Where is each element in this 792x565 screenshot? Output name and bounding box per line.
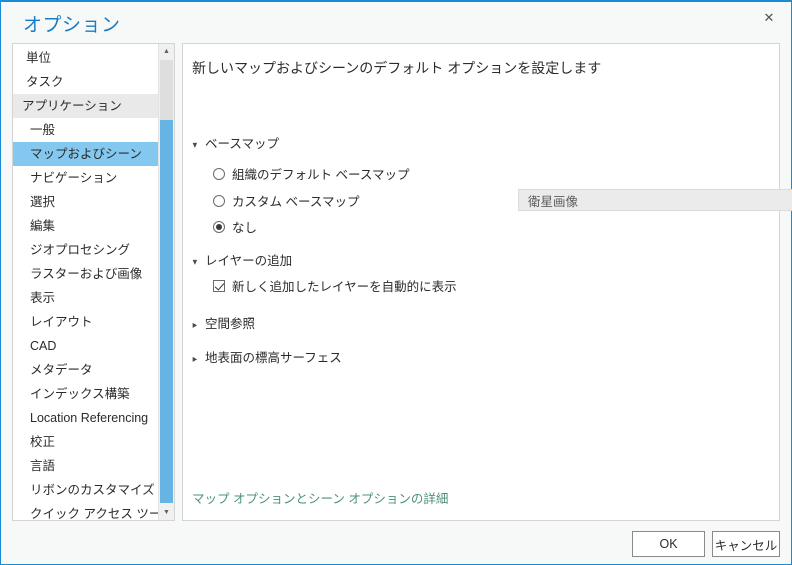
sidebar-item-map-and-scene[interactable]: マップおよびシーン (13, 142, 174, 166)
radio-none-label: なし (232, 221, 258, 235)
radio-icon-selected (213, 220, 225, 233)
sidebar-item-location-referencing[interactable]: Location Referencing (13, 406, 159, 430)
help-link[interactable]: マップ オプションとシーン オプションの詳細 (192, 488, 448, 507)
section-spatial-reference-label: 空間参照 (205, 317, 256, 331)
sidebar-item-cad[interactable]: CAD (13, 334, 159, 358)
chevron-down-icon: ▾ (192, 140, 198, 151)
sidebar: 単位 タスク アプリケーション 一般 マップおよびシーン ナビゲーション 選択 … (12, 43, 175, 521)
section-basemap-header[interactable]: ▾ ベースマップ (192, 133, 279, 152)
close-icon: ✕ (763, 9, 775, 25)
scroll-up-arrow-icon[interactable]: ▲ (159, 44, 174, 59)
sidebar-list: 単位 タスク アプリケーション 一般 マップおよびシーン ナビゲーション 選択 … (13, 46, 174, 520)
radio-icon (213, 167, 225, 180)
chevron-down-icon: ▾ (192, 257, 198, 268)
scrollbar-thumb[interactable] (160, 120, 173, 503)
sidebar-item-selection[interactable]: 選択 (13, 190, 159, 214)
content-header: 新しいマップおよびシーンのデフォルト オプションを設定します (192, 60, 602, 76)
options-dialog: オプション ✕ 単位 タスク アプリケーション 一般 マップおよびシーン ナビゲ… (0, 0, 792, 565)
sidebar-group-application[interactable]: アプリケーション (13, 94, 174, 118)
sidebar-item-quick-access-toolbar[interactable]: クイック アクセス ツールバー (13, 502, 174, 520)
sidebar-item-units[interactable]: 単位 (13, 46, 159, 70)
radio-org-default-basemap-label: 組織のデフォルト ベースマップ (232, 168, 410, 182)
section-basemap-label: ベースマップ (205, 137, 280, 151)
sidebar-item-editing[interactable]: 編集 (13, 214, 159, 238)
radio-org-default-basemap[interactable]: 組織のデフォルト ベースマップ (213, 164, 409, 183)
section-ground-elevation-label: 地表面の標高サーフェス (205, 351, 342, 365)
checkbox-auto-display-new-layers[interactable]: 新しく追加したレイヤーを自動的に表示 (213, 276, 457, 295)
sidebar-item-general[interactable]: 一般 (13, 118, 159, 142)
checkbox-icon-checked (213, 279, 225, 292)
section-add-layer-header[interactable]: ▾ レイヤーの追加 (192, 250, 292, 269)
close-button[interactable]: ✕ (747, 2, 791, 32)
basemap-dropdown[interactable]: 衛星画像 ▼ (518, 189, 792, 211)
radio-custom-basemap-label: カスタム ベースマップ (232, 195, 360, 209)
sidebar-item-metadata[interactable]: メタデータ (13, 358, 159, 382)
section-spatial-reference-header[interactable]: ▸ 空間参照 (192, 313, 255, 332)
section-add-layer-label: レイヤーの追加 (205, 254, 293, 268)
chevron-right-icon: ▸ (192, 354, 198, 365)
radio-custom-basemap[interactable]: カスタム ベースマップ (213, 191, 359, 210)
sidebar-item-calibration[interactable]: 校正 (13, 430, 159, 454)
checkbox-auto-display-new-layers-label: 新しく追加したレイヤーを自動的に表示 (232, 280, 457, 294)
sidebar-item-geoprocessing[interactable]: ジオプロセシング (13, 238, 159, 262)
chevron-right-icon: ▸ (192, 320, 198, 331)
title-bar: オプション ✕ (1, 2, 791, 40)
scrollbar-track-upper[interactable] (160, 60, 173, 120)
sidebar-item-display[interactable]: 表示 (13, 286, 159, 310)
sidebar-scrollbar[interactable]: ▲ ▼ (158, 44, 174, 520)
sidebar-item-navigation[interactable]: ナビゲーション (13, 166, 159, 190)
sidebar-item-customize-ribbon[interactable]: リボンのカスタマイズ (13, 478, 159, 502)
sidebar-item-tasks[interactable]: タスク (13, 70, 159, 94)
content-panel: 新しいマップおよびシーンのデフォルト オプションを設定します ▾ ベースマップ 組… (182, 43, 792, 521)
radio-none[interactable]: なし (213, 217, 257, 236)
sidebar-item-layout[interactable]: レイアウト (13, 310, 159, 334)
cancel-button[interactable]: キャンセル (712, 531, 780, 557)
page-title: オプション (23, 15, 121, 36)
sidebar-item-indexing[interactable]: インデックス構築 (13, 382, 159, 406)
sidebar-item-language[interactable]: 言語 (13, 454, 159, 478)
section-ground-elevation-header[interactable]: ▸ 地表面の標高サーフェス (192, 347, 342, 366)
ok-button[interactable]: OK (632, 531, 705, 557)
scroll-down-arrow-icon[interactable]: ▼ (159, 505, 174, 520)
sidebar-item-raster-and-imagery[interactable]: ラスターおよび画像 (13, 262, 159, 286)
basemap-dropdown-value: 衛星画像 (528, 194, 579, 209)
radio-icon (213, 194, 225, 207)
